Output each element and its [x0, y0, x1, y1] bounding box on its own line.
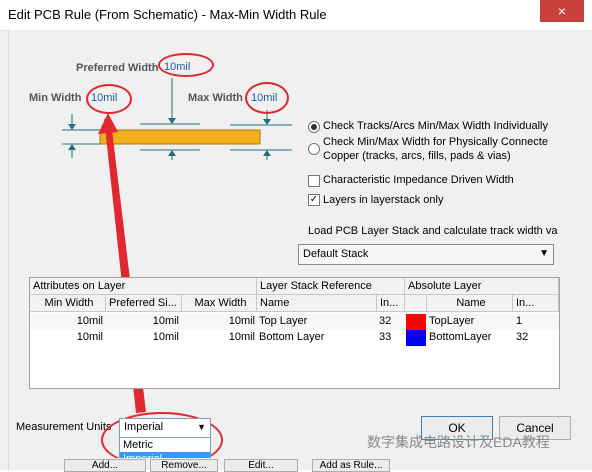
load-layer-stack-label: Load PCB Layer Stack and calculate track…	[308, 225, 558, 237]
column-header-name[interactable]: Name	[257, 295, 377, 312]
edit-button[interactable]: Edit...	[224, 459, 298, 472]
measurement-units-label: Measurement Units	[16, 421, 112, 433]
chevron-down-icon: ▼	[197, 422, 206, 432]
column-header-absolute-index[interactable]: In...	[513, 295, 559, 312]
check-connected-copper-label: Check Min/Max Width for Physically Conne…	[323, 136, 548, 148]
row-max-width[interactable]: 10mil	[182, 331, 255, 343]
row-min-width[interactable]: 10mil	[30, 315, 103, 327]
column-header-color[interactable]	[405, 295, 427, 312]
column-header-index[interactable]: In...	[377, 295, 405, 312]
row-absolute-index: 1	[516, 315, 523, 327]
check-individually-label: Check Tracks/Arcs Min/Max Width Individu…	[323, 120, 548, 132]
layer-stack-select[interactable]: Default Stack ▼	[298, 244, 554, 265]
measurement-units-select[interactable]: Imperial ▼	[119, 418, 211, 438]
column-header-max-width[interactable]: Max Width	[182, 295, 257, 312]
measurement-units-value: Imperial	[124, 421, 164, 433]
layerstack-only-label: Layers in layerstack only	[323, 194, 444, 206]
group-header-attributes: Attributes on Layer	[30, 278, 257, 295]
group-header-layer-stack: Layer Stack Reference	[257, 278, 405, 295]
group-header-absolute-layer: Absolute Layer	[405, 278, 559, 295]
row-absolute-name: BottomLayer	[429, 331, 492, 343]
check-connected-copper-label-2: Copper (tracks, arcs, fills, pads & vias…	[323, 150, 511, 162]
column-header-absolute-name[interactable]: Name	[427, 295, 513, 312]
row-layer-color-swatch	[406, 330, 426, 346]
row-layer-name: Top Layer	[259, 315, 308, 327]
layerstack-only-checkbox[interactable]: ✓	[308, 194, 320, 206]
remove-button[interactable]: Remove...	[150, 459, 218, 472]
row-layer-name: Bottom Layer	[259, 331, 325, 343]
column-header-min-width[interactable]: Min Width	[30, 295, 106, 312]
layer-stack-select-value: Default Stack	[303, 248, 369, 260]
row-absolute-index: 32	[516, 331, 529, 343]
layer-attributes-grid: Attributes on Layer Layer Stack Referenc…	[29, 277, 560, 389]
check-individually-radio[interactable]	[308, 121, 320, 133]
row-layer-index: 33	[379, 331, 392, 343]
row-preferred-width[interactable]: 10mil	[106, 315, 179, 327]
dialog-window: Edit PCB Rule (From Schematic) - Max-Min…	[0, 0, 592, 472]
row-max-width[interactable]: 10mil	[182, 315, 255, 327]
check-connected-copper-radio[interactable]	[308, 143, 320, 155]
column-header-preferred-size[interactable]: Preferred Si...	[106, 295, 182, 312]
chevron-down-icon: ▼	[539, 248, 549, 259]
row-absolute-name: TopLayer	[429, 315, 475, 327]
row-layer-color-swatch	[406, 314, 426, 330]
impedance-driven-label: Characteristic Impedance Driven Width	[323, 174, 514, 186]
row-layer-index: 32	[379, 315, 392, 327]
row-preferred-width[interactable]: 10mil	[106, 331, 179, 343]
add-button[interactable]: Add...	[64, 459, 146, 472]
impedance-driven-checkbox[interactable]	[308, 175, 320, 187]
units-option-metric[interactable]: Metric	[120, 438, 210, 452]
track-shape	[99, 129, 261, 145]
add-as-rule-button[interactable]: Add as Rule...	[312, 459, 390, 472]
watermark-text: 数字集成电路设计及EDA教程	[367, 434, 550, 450]
row-min-width[interactable]: 10mil	[30, 331, 103, 343]
annotation-arrow-head	[98, 113, 118, 134]
